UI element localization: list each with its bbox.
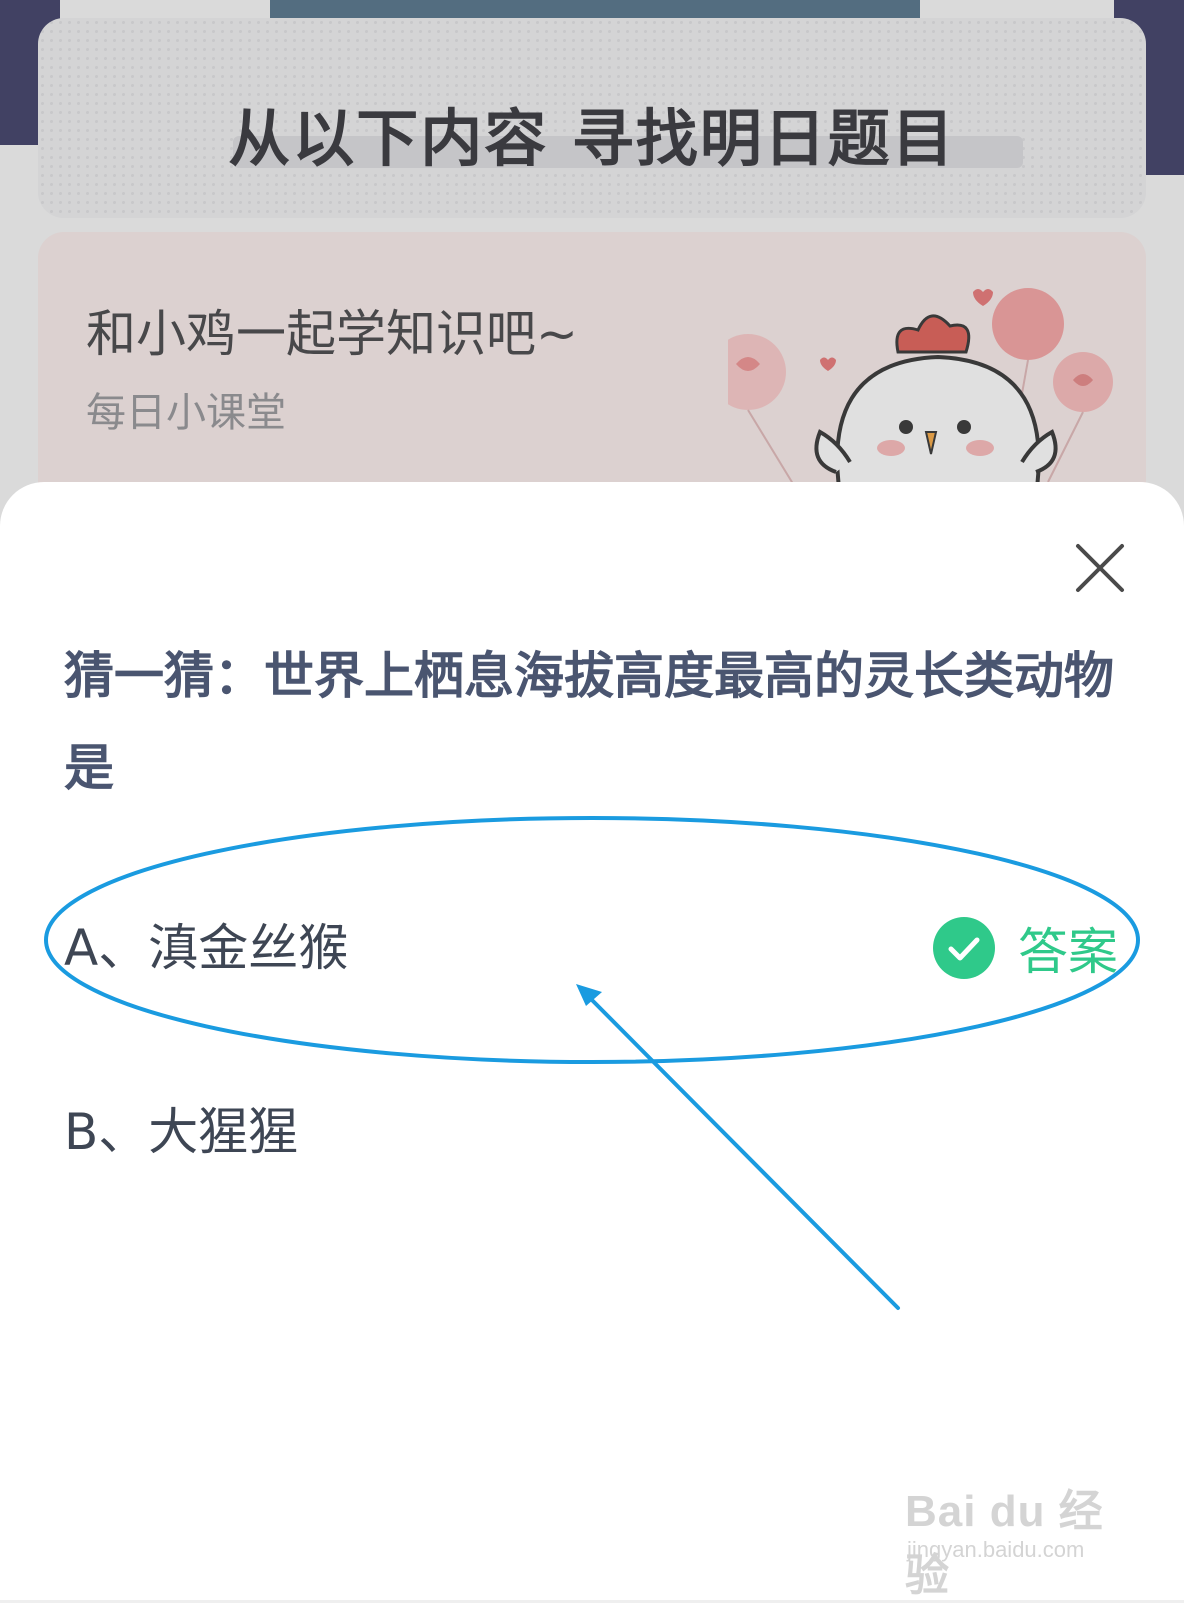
option-a-label: A、滇金丝猴 [64, 919, 349, 977]
option-b[interactable]: B、大猩猩 [64, 1088, 1124, 1168]
option-b-label: B、大猩猩 [64, 1103, 299, 1161]
watermark-url: jingyan.baidu.com [907, 1537, 1085, 1562]
quiz-question: 猜一猜：世界上栖息海拔高度最高的灵长类动物是 [64, 647, 1114, 797]
answer-label: 答案 [1018, 923, 1118, 981]
option-a[interactable]: A、滇金丝猴 答案 [64, 904, 1124, 984]
baidu-jingyan-watermark: Bai du 经验 jingyan.baidu.com [905, 1475, 1135, 1600]
close-icon [1076, 544, 1124, 592]
answer-badge: 答案 [932, 912, 1118, 984]
check-circle-icon [933, 917, 995, 979]
close-button[interactable] [1070, 538, 1130, 598]
